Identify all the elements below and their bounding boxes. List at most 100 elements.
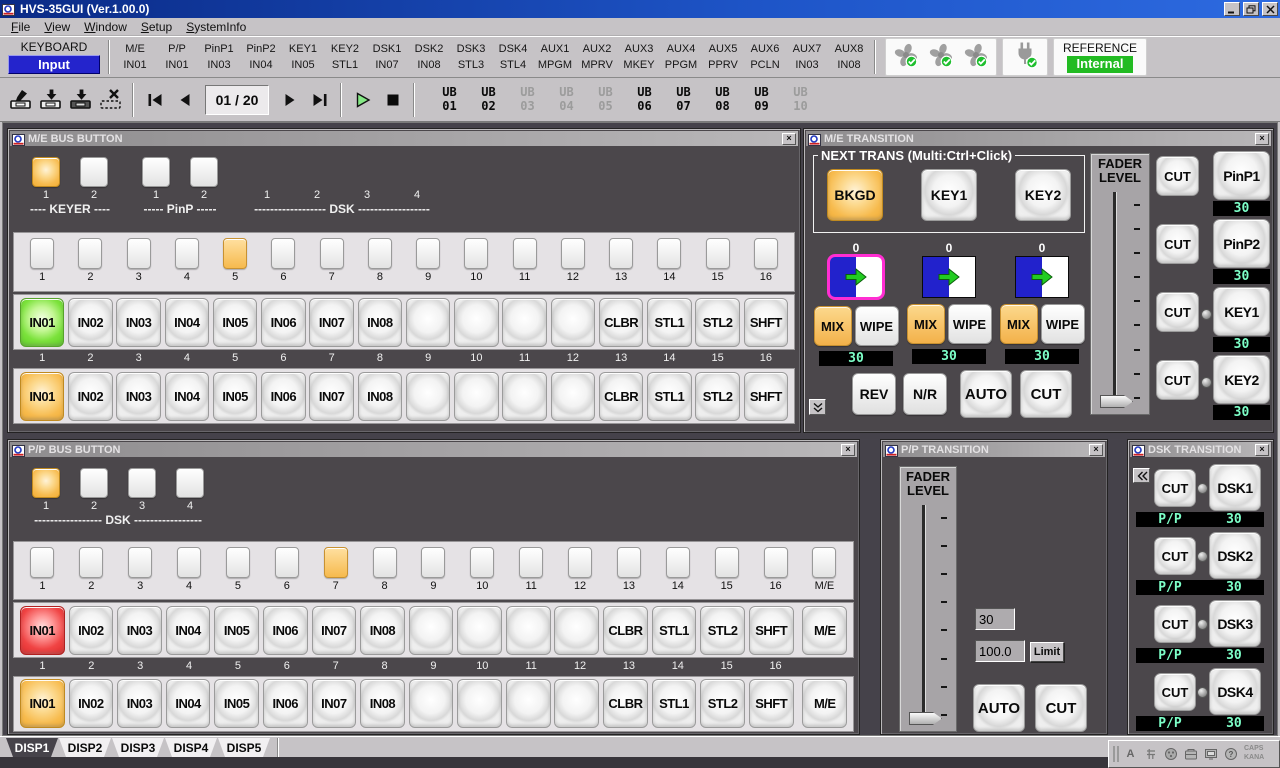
event-edit-icon[interactable] bbox=[8, 87, 35, 113]
source-button-in05[interactable]: IN05 bbox=[214, 679, 259, 728]
crosspoint-select-button-4[interactable] bbox=[175, 238, 199, 269]
dsk-button-dsk3[interactable]: DSK3 bbox=[1209, 600, 1261, 647]
fader-track[interactable] bbox=[1113, 192, 1116, 406]
source-button-in04[interactable]: IN04 bbox=[166, 606, 211, 655]
close-icon[interactable]: × bbox=[782, 133, 796, 145]
source-button-in08[interactable]: IN08 bbox=[358, 372, 402, 421]
pp-bus-titlebar[interactable]: P/P BUS BUTTON × bbox=[10, 442, 857, 457]
source-button-in04[interactable]: IN04 bbox=[165, 372, 209, 421]
source-button-in06[interactable]: IN06 bbox=[261, 298, 305, 347]
wipe-button[interactable]: WIPE bbox=[855, 306, 899, 346]
crosspoint-select-button-3[interactable] bbox=[128, 547, 152, 578]
keyer-button-pinp1[interactable]: PinP1 bbox=[1213, 151, 1270, 200]
source-button-clbr[interactable]: CLBR bbox=[603, 679, 648, 728]
source-button-stl1[interactable]: STL1 bbox=[647, 298, 691, 347]
user-button-04[interactable]: UB04 bbox=[547, 86, 586, 114]
wipe-pattern-preview[interactable] bbox=[827, 254, 885, 300]
cut-button-dsk4[interactable]: CUT bbox=[1154, 673, 1196, 711]
play-event-icon[interactable] bbox=[349, 87, 376, 113]
crosspoint-select-button-11[interactable] bbox=[519, 547, 543, 578]
go-first-event-icon[interactable] bbox=[141, 87, 168, 113]
source-button-in04[interactable]: IN04 bbox=[166, 679, 211, 728]
app-titlebar[interactable]: HVS-35GUI (Ver.1.00.0) bbox=[0, 0, 1280, 18]
event-store-icon[interactable] bbox=[38, 87, 65, 113]
tab-disp2[interactable]: DISP2 bbox=[59, 738, 111, 757]
delegation-button[interactable] bbox=[32, 468, 60, 498]
source-button-in05[interactable]: IN05 bbox=[213, 298, 257, 347]
source-button-blank[interactable] bbox=[551, 372, 595, 421]
menu-window[interactable]: Window bbox=[77, 20, 134, 34]
crosspoint-select-button-14[interactable] bbox=[666, 547, 690, 578]
ime-input-mode-icon[interactable]: A bbox=[1122, 746, 1139, 763]
user-button-07[interactable]: UB07 bbox=[664, 86, 703, 114]
delegation-button[interactable] bbox=[128, 468, 156, 498]
crosspoint-select-button-2[interactable] bbox=[78, 238, 102, 269]
cut-button-dsk1[interactable]: CUT bbox=[1154, 469, 1196, 507]
source-button-me[interactable]: M/E bbox=[802, 606, 847, 655]
source-button-blank[interactable] bbox=[454, 298, 498, 347]
source-button-stl1[interactable]: STL1 bbox=[652, 606, 697, 655]
wipe-button[interactable]: WIPE bbox=[948, 304, 992, 344]
source-button-in01[interactable]: IN01 bbox=[20, 372, 64, 421]
source-button-in03[interactable]: IN03 bbox=[117, 606, 162, 655]
source-button-in04[interactable]: IN04 bbox=[165, 298, 209, 347]
expand-more-icon[interactable] bbox=[809, 399, 826, 415]
source-button-in02[interactable]: IN02 bbox=[69, 679, 114, 728]
fader-handle[interactable] bbox=[1100, 395, 1133, 408]
crosspoint-select-button-6[interactable] bbox=[271, 238, 295, 269]
event-recall-icon[interactable] bbox=[68, 87, 95, 113]
source-button-blank[interactable] bbox=[406, 298, 450, 347]
go-last-event-icon[interactable] bbox=[306, 87, 333, 113]
source-button-blank[interactable] bbox=[409, 679, 454, 728]
keyer-button-pinp2[interactable]: PinP2 bbox=[1213, 219, 1270, 268]
tab-disp1[interactable]: DISP1 bbox=[6, 738, 58, 757]
crosspoint-select-button-15[interactable] bbox=[715, 547, 739, 578]
cut-trans-button[interactable]: CUT bbox=[1020, 370, 1072, 418]
source-button-in02[interactable]: IN02 bbox=[68, 372, 112, 421]
source-button-shft[interactable]: SHFT bbox=[744, 298, 788, 347]
source-button-in08[interactable]: IN08 bbox=[358, 298, 402, 347]
cut-button-dsk3[interactable]: CUT bbox=[1154, 605, 1196, 643]
close-icon[interactable]: × bbox=[1255, 444, 1269, 456]
event-delete-icon[interactable] bbox=[98, 87, 125, 113]
crosspoint-select-button-9[interactable] bbox=[421, 547, 445, 578]
source-button-clbr[interactable]: CLBR bbox=[599, 372, 643, 421]
close-icon[interactable]: × bbox=[1255, 133, 1269, 145]
tab-disp3[interactable]: DISP3 bbox=[112, 738, 164, 757]
user-button-02[interactable]: UB02 bbox=[469, 86, 508, 114]
source-button-in07[interactable]: IN07 bbox=[312, 679, 357, 728]
ime-conversion-mode-icon[interactable] bbox=[1142, 746, 1159, 763]
source-button-in08[interactable]: IN08 bbox=[360, 679, 405, 728]
source-button-clbr[interactable]: CLBR bbox=[603, 606, 648, 655]
collapse-icon[interactable] bbox=[1133, 468, 1150, 483]
cut-trans-button[interactable]: CUT bbox=[1035, 684, 1087, 732]
stop-event-icon[interactable] bbox=[379, 87, 406, 113]
menu-setup[interactable]: Setup bbox=[134, 20, 179, 34]
source-button-blank[interactable] bbox=[502, 372, 546, 421]
next-trans-key2-button[interactable]: KEY2 bbox=[1015, 169, 1071, 221]
source-button-blank[interactable] bbox=[554, 606, 599, 655]
delegation-button[interactable] bbox=[176, 468, 204, 498]
source-button-in01[interactable]: IN01 bbox=[20, 679, 65, 728]
restore-icon[interactable] bbox=[1243, 2, 1259, 16]
crosspoint-select-button-7[interactable] bbox=[320, 238, 344, 269]
cut-button-pinp2[interactable]: CUT bbox=[1156, 224, 1199, 264]
crosspoint-select-button-7[interactable] bbox=[324, 547, 348, 578]
transition-rate-field[interactable]: 30 bbox=[975, 608, 1015, 630]
source-button-blank[interactable] bbox=[409, 606, 454, 655]
crosspoint-select-button-16[interactable] bbox=[754, 238, 778, 269]
source-button-blank[interactable] bbox=[551, 298, 595, 347]
tab-disp4[interactable]: DISP4 bbox=[165, 738, 217, 757]
source-button-in03[interactable]: IN03 bbox=[116, 372, 160, 421]
source-button-blank[interactable] bbox=[454, 372, 498, 421]
menu-systeminfo[interactable]: SystemInfo bbox=[179, 20, 253, 34]
source-button-shft[interactable]: SHFT bbox=[749, 606, 794, 655]
crosspoint-select-button-8[interactable] bbox=[368, 238, 392, 269]
auto-trans-button[interactable]: AUTO bbox=[973, 684, 1025, 732]
fader-track[interactable] bbox=[922, 505, 925, 723]
minimize-icon[interactable] bbox=[1224, 2, 1240, 16]
crosspoint-select-button-16[interactable] bbox=[764, 547, 788, 578]
crosspoint-select-button-13[interactable] bbox=[617, 547, 641, 578]
source-button-stl1[interactable]: STL1 bbox=[647, 372, 691, 421]
crosspoint-select-button-12[interactable] bbox=[561, 238, 585, 269]
